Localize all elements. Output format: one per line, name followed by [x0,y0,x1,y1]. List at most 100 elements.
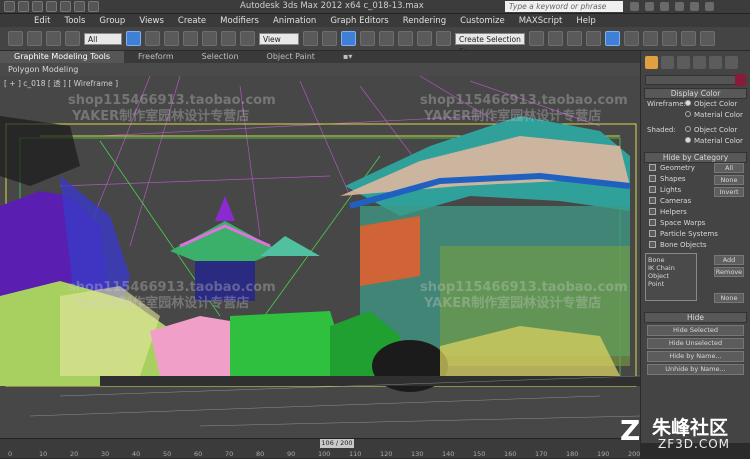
category-bone-objects[interactable]: Bone Objects [641,240,750,251]
menu-tools[interactable]: Tools [64,16,85,26]
time-slider[interactable]: 106 / 200 [320,439,354,448]
list-item[interactable]: IK Chain Object [648,264,694,280]
ribbon-options-icon[interactable]: ▪▾ [329,51,366,63]
time-slider-track[interactable]: 106 / 200 0 10 20 30 40 50 60 70 80 90 100 110 120 13… [0,438,640,458]
render-setup-icon[interactable] [662,31,677,46]
save-file-icon[interactable] [46,1,57,12]
window-crossing-icon[interactable] [183,31,198,46]
create-tab-icon[interactable] [645,55,658,69]
menu-graph-editors[interactable]: Graph Editors [330,16,388,26]
category-lights[interactable]: Lights Invert [641,185,750,197]
ribbon-panel-polygon-modeling[interactable]: Polygon Modeling [0,63,640,76]
named-selection-dropdown[interactable]: Create Selection Se [455,32,525,56]
remove-button[interactable]: Remove [714,267,744,277]
rollout-display-color[interactable]: Display Color [644,88,747,99]
layer-manager-icon[interactable] [567,31,582,46]
all-button[interactable]: All [714,163,744,173]
material-editor-icon[interactable] [643,31,658,46]
wireframe-object-color-radio[interactable]: Object Color [685,100,737,108]
binoculars-icon[interactable] [630,2,639,11]
star-icon[interactable] [645,2,654,11]
category-listbox[interactable]: Bone IK Chain Object Point [645,253,697,301]
hierarchy-tab-icon[interactable] [677,55,690,69]
rotate-icon[interactable] [221,31,236,46]
schematic-view-icon[interactable] [624,31,639,46]
render-frame-icon[interactable] [681,31,696,46]
percent-snap-icon[interactable] [398,31,413,46]
new-file-icon[interactable] [18,1,29,12]
none-list-button[interactable]: None [714,293,744,303]
category-space-warps[interactable]: Space Warps [641,218,750,229]
menu-edit[interactable]: Edit [34,16,50,26]
hide-unselected-button[interactable]: Hide Unselected [647,338,744,349]
pivot-center-icon[interactable] [303,31,318,46]
list-item[interactable]: Bone [648,256,694,264]
tab-object-paint[interactable]: Object Paint [253,51,329,63]
snaps-toggle-icon[interactable] [360,31,375,46]
category-geometry[interactable]: Geometry All [641,163,750,174]
list-item[interactable]: Point [648,280,694,288]
object-color-swatch[interactable] [735,74,746,86]
category-cameras[interactable]: Cameras [641,196,750,207]
select-object-icon[interactable] [126,31,141,46]
menu-views[interactable]: Views [139,16,164,26]
menu-help[interactable]: Help [576,16,595,26]
tab-graphite-modeling-tools[interactable]: Graphite Modeling Tools [0,51,125,63]
scale-icon[interactable] [240,31,255,46]
menu-group[interactable]: Group [99,16,125,26]
keyboard-shortcut-icon[interactable] [341,31,356,46]
tab-freeform[interactable]: Freeform [124,51,188,63]
edit-named-sets-icon[interactable] [436,31,451,46]
app-menu-icon[interactable] [4,1,15,12]
render-production-icon[interactable] [700,31,715,46]
spinner-snap-icon[interactable] [417,31,432,46]
redo-tool-icon[interactable] [27,31,42,46]
display-tab-icon[interactable] [709,55,722,69]
search-input[interactable]: Type a keyword or phrase [505,1,623,12]
rollout-hide-by-category[interactable]: Hide by Category [644,152,747,163]
add-button[interactable]: Add [714,255,744,265]
project-folder-icon[interactable] [88,1,99,12]
object-name-field[interactable] [645,74,746,86]
unlink-icon[interactable] [65,31,80,46]
move-icon[interactable] [202,31,217,46]
select-by-name-icon[interactable] [145,31,160,46]
open-file-icon[interactable] [32,1,43,12]
mirror-icon[interactable] [529,31,544,46]
hide-by-name-button[interactable]: Hide by Name... [647,351,744,362]
menu-modifiers[interactable]: Modifiers [220,16,259,26]
undo-tool-icon[interactable] [8,31,23,46]
menu-animation[interactable]: Animation [273,16,316,26]
selection-filter-dropdown[interactable]: All [84,32,122,45]
graphite-toggle-icon[interactable] [586,31,601,46]
rect-selection-icon[interactable] [164,31,179,46]
close-icon[interactable] [705,2,714,11]
tab-selection[interactable]: Selection [188,51,253,63]
category-shapes[interactable]: Shapes None [641,174,750,185]
none-button[interactable]: None [714,175,744,185]
select-manipulate-icon[interactable] [322,31,337,46]
viewport-label[interactable]: [ + ] c_018 [ 透 ] [ Wireframe ] [4,78,118,89]
timeline-ruler[interactable]: 0 10 20 30 40 50 60 70 80 90 100 110 120 130 140 150 160… [8,448,640,459]
rollout-hide[interactable]: Hide [644,312,747,323]
category-helpers[interactable]: Helpers [641,207,750,218]
curve-editor-icon[interactable] [605,31,620,46]
menu-rendering[interactable]: Rendering [403,16,446,26]
perspective-viewport[interactable]: shop115466913.taobao.com YAKER制作室园林设计专营店… [0,76,640,438]
select-link-icon[interactable] [46,31,61,46]
shaded-material-color-radio[interactable]: Material Color [685,137,743,145]
maximize-icon[interactable] [690,2,699,11]
menu-create[interactable]: Create [178,16,206,26]
motion-tab-icon[interactable] [693,55,706,69]
help-icon[interactable] [660,2,669,11]
undo-icon[interactable] [60,1,71,12]
category-particle-systems[interactable]: Particle Systems [641,229,750,240]
menu-customize[interactable]: Customize [460,16,505,26]
align-icon[interactable] [548,31,563,46]
menu-maxscript[interactable]: MAXScript [519,16,563,26]
redo-icon[interactable] [74,1,85,12]
wireframe-material-color-radio[interactable]: Material Color [685,111,743,119]
unhide-by-name-button[interactable]: Unhide by Name... [647,364,744,375]
minimize-icon[interactable] [675,2,684,11]
reference-coord-dropdown[interactable]: View [259,32,299,45]
